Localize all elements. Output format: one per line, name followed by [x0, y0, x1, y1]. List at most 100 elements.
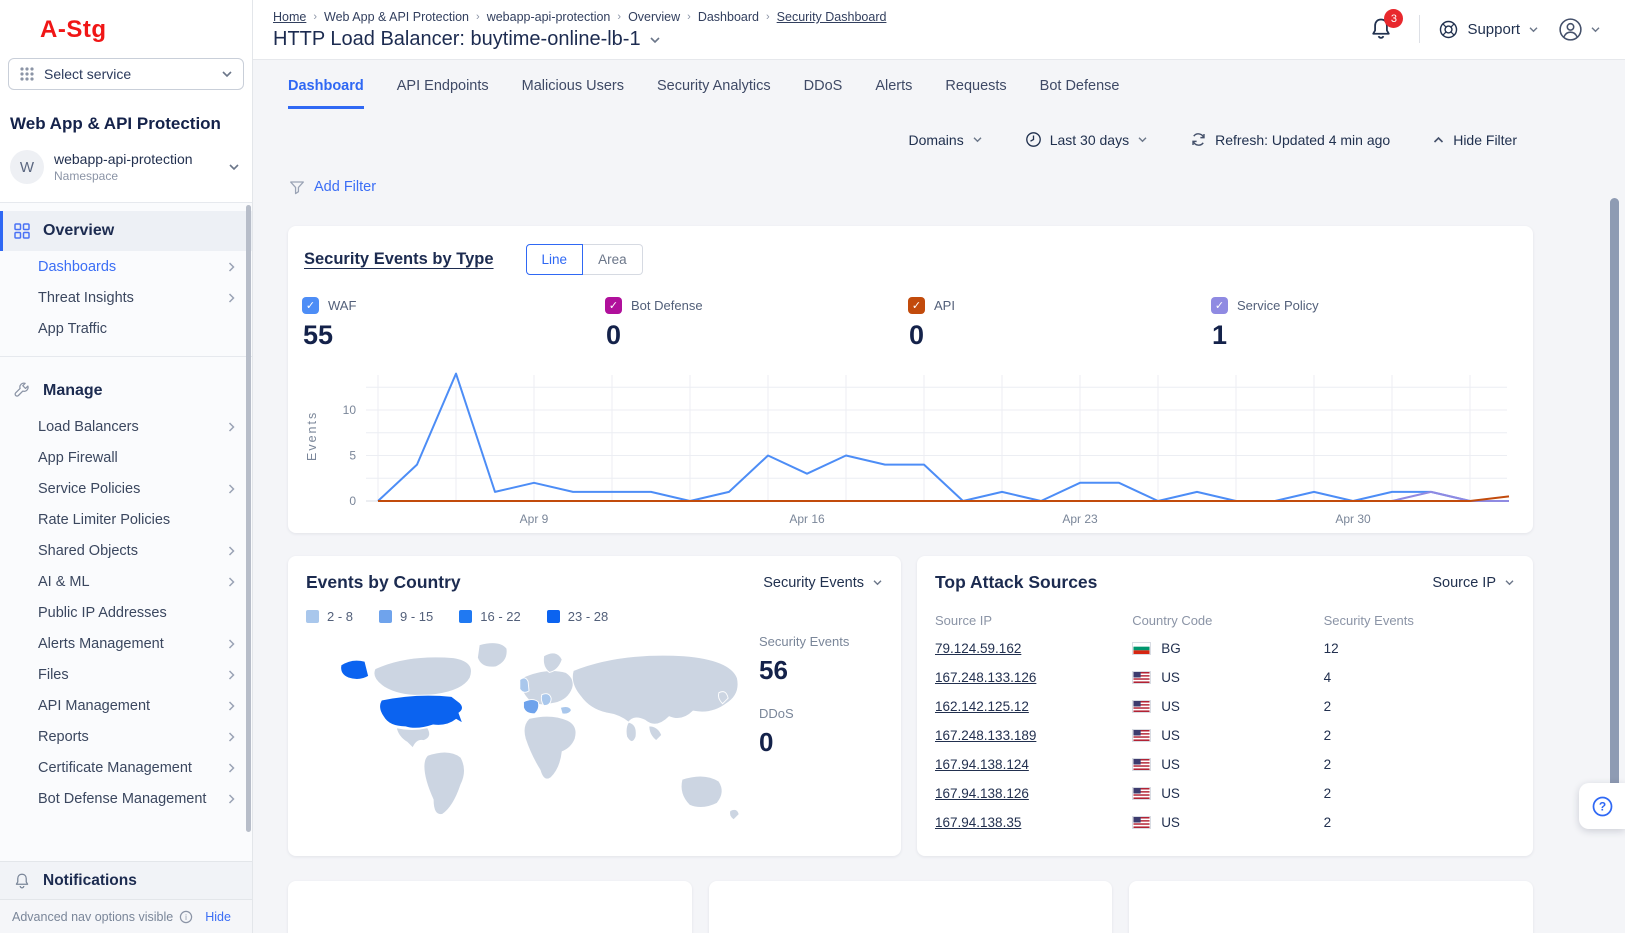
sidebar-item-api-management[interactable]: API Management: [0, 690, 252, 721]
security-events-count: 2: [1324, 779, 1515, 808]
source-ip-link[interactable]: 162.142.125.12: [935, 699, 1029, 714]
country-code: US: [1161, 786, 1180, 801]
sidebar-item-threat-insights[interactable]: Threat Insights: [0, 282, 252, 313]
source-ip-link[interactable]: 167.248.133.126: [935, 670, 1036, 685]
map-bulgaria: [560, 707, 571, 715]
main-area: Home›Web App & API Protection›webapp-api…: [253, 0, 1625, 933]
tab-requests[interactable]: Requests: [945, 78, 1006, 109]
help-flyout-button[interactable]: ?: [1579, 783, 1625, 829]
breadcrumb-item[interactable]: Web App & API Protection: [324, 10, 469, 24]
column-header: Security Events: [1324, 607, 1515, 634]
tab-api-endpoints[interactable]: API Endpoints: [397, 78, 489, 109]
domains-dropdown[interactable]: Domains: [908, 132, 982, 148]
select-service-dropdown[interactable]: Select service: [8, 58, 244, 90]
world-map[interactable]: [306, 630, 776, 842]
advanced-nav-row: Advanced nav options visible i Hide: [0, 899, 252, 933]
source-ip-link[interactable]: 167.94.138.35: [935, 815, 1021, 830]
breadcrumb-separator: ›: [766, 11, 770, 23]
sidebar-item-notifications[interactable]: Notifications: [0, 861, 252, 899]
breadcrumb-item[interactable]: Home: [273, 10, 306, 24]
sidebar-scrollbar[interactable]: [246, 205, 251, 832]
tab-alerts[interactable]: Alerts: [875, 78, 912, 109]
sidebar-item-ai-ml[interactable]: AI & ML: [0, 566, 252, 597]
source-ip-link[interactable]: 167.248.133.189: [935, 728, 1036, 743]
series-checkbox[interactable]: ✓: [1211, 297, 1228, 314]
map-legend-item: 2 - 8: [306, 609, 353, 624]
hide-advanced-nav-link[interactable]: Hide: [205, 910, 231, 924]
security-events-by-type-title[interactable]: Security Events by Type: [304, 250, 494, 269]
source-ip-link[interactable]: 167.94.138.124: [935, 757, 1029, 772]
table-row: 167.248.133.126US4: [935, 663, 1515, 692]
source-ip-link[interactable]: 167.94.138.126: [935, 786, 1029, 801]
chevron-right-icon: [227, 638, 236, 650]
country-cell: US: [1132, 728, 1323, 743]
namespace-selector[interactable]: W webapp-api-protection Namespace: [0, 134, 252, 202]
sidebar-item-label: Rate Limiter Policies: [38, 512, 170, 528]
user-menu[interactable]: [1557, 16, 1601, 43]
country-cell: BG: [1132, 641, 1323, 656]
series-checkbox[interactable]: ✓: [908, 297, 925, 314]
sidebar-item-dashboards[interactable]: Dashboards: [0, 251, 252, 282]
source-ip-link[interactable]: 79.124.59.162: [935, 641, 1021, 656]
sidebar-item-label: Certificate Management: [38, 760, 192, 776]
country-metric-dropdown[interactable]: Security Events: [763, 575, 883, 591]
sidebar-item-public-ip-addresses[interactable]: Public IP Addresses: [0, 597, 252, 628]
tab-malicious-users[interactable]: Malicious Users: [522, 78, 624, 109]
hide-filter-button[interactable]: Hide Filter: [1432, 132, 1517, 148]
page-scrollbar-thumb[interactable]: [1610, 198, 1619, 807]
sidebar-section-manage[interactable]: Manage: [0, 371, 252, 411]
svg-text:Apr 9: Apr 9: [520, 512, 549, 526]
country-code: US: [1161, 757, 1180, 772]
sidebar-item-app-traffic[interactable]: App Traffic: [0, 313, 252, 344]
series-checkbox[interactable]: ✓: [605, 297, 622, 314]
tab-ddos[interactable]: DDoS: [804, 78, 843, 109]
sidebar-item-certificate-management[interactable]: Certificate Management: [0, 752, 252, 783]
country-stat: DDoS0: [759, 706, 879, 758]
refresh-button[interactable]: Refresh: Updated 4 min ago: [1190, 131, 1390, 148]
breadcrumb-item[interactable]: Overview: [628, 10, 680, 24]
sidebar-item-alerts-management[interactable]: Alerts Management: [0, 628, 252, 659]
series-checkbox[interactable]: ✓: [302, 297, 319, 314]
sidebar-section-label: Manage: [43, 382, 103, 400]
sidebar-item-bot-defense-management[interactable]: Bot Defense Management: [0, 783, 252, 814]
sidebar-item-label: Shared Objects: [38, 543, 138, 559]
sidebar-item-service-policies[interactable]: Service Policies: [0, 473, 252, 504]
sidebar-item-files[interactable]: Files: [0, 659, 252, 690]
breadcrumb-item[interactable]: Dashboard: [698, 10, 759, 24]
tab-dashboard[interactable]: Dashboard: [288, 78, 364, 109]
advanced-nav-text: Advanced nav options visible: [12, 910, 173, 924]
series-label: Bot Defense: [631, 298, 703, 313]
series-label: WAF: [328, 298, 356, 313]
svg-text:5: 5: [349, 449, 356, 463]
notifications-button[interactable]: 3: [1369, 16, 1401, 42]
svg-text:0: 0: [349, 494, 356, 508]
area-view-button[interactable]: Area: [583, 244, 643, 275]
partial-card: [709, 881, 1113, 933]
events-by-country-title: Events by Country: [306, 572, 461, 593]
svg-text:Events: Events: [305, 411, 319, 461]
tab-security-analytics[interactable]: Security Analytics: [657, 78, 771, 109]
sidebar-item-load-balancers[interactable]: Load Balancers: [0, 411, 252, 442]
sidebar-item-rate-limiter-policies[interactable]: Rate Limiter Policies: [0, 504, 252, 535]
content-scroll-region: Dashboard API Endpoints Malicious Users Sec…: [253, 60, 1625, 933]
breadcrumb-item[interactable]: webapp-api-protection: [487, 10, 611, 24]
line-view-button[interactable]: Line: [526, 244, 584, 275]
country-cell: US: [1132, 786, 1323, 801]
chevron-down-icon[interactable]: [649, 36, 661, 44]
tab-bot-defense[interactable]: Bot Defense: [1040, 78, 1120, 109]
flag-icon-us: [1132, 700, 1151, 713]
support-menu[interactable]: Support: [1438, 19, 1539, 40]
product-title: Web App & API Protection: [0, 90, 252, 134]
sidebar-item-app-firewall[interactable]: App Firewall: [0, 442, 252, 473]
sidebar-section-overview[interactable]: Overview: [0, 211, 252, 251]
sidebar-item-shared-objects[interactable]: Shared Objects: [0, 535, 252, 566]
country-cell: US: [1132, 670, 1323, 685]
attack-sort-dropdown[interactable]: Source IP: [1432, 575, 1515, 591]
country-cell: US: [1132, 815, 1323, 830]
time-range-dropdown[interactable]: Last 30 days: [1025, 131, 1148, 148]
refresh-label: Refresh: Updated 4 min ago: [1215, 132, 1390, 148]
chevron-down-icon: [972, 136, 983, 143]
sidebar-item-reports[interactable]: Reports: [0, 721, 252, 752]
add-filter-button[interactable]: Add Filter: [288, 178, 1625, 196]
breadcrumb-item[interactable]: Security Dashboard: [777, 10, 887, 24]
